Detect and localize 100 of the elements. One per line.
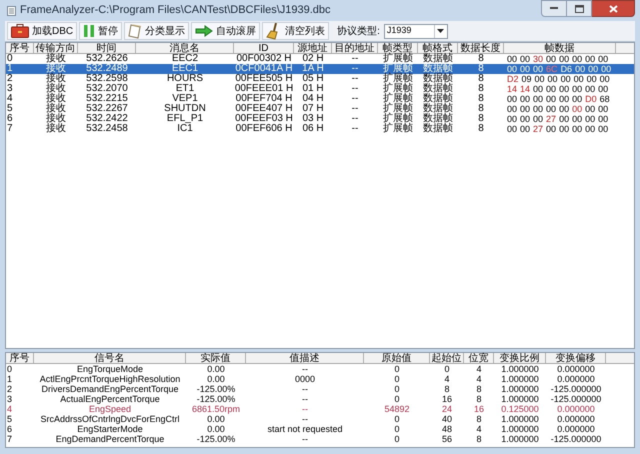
column-header[interactable]: 帧类型 [378,43,418,53]
table-cell-text: 8 [477,84,485,94]
table-cell-text: 0 [393,394,400,404]
minimize-button[interactable] [541,0,567,17]
table-cell-text: 8 [475,414,482,424]
table-cell: 0CF0041A H [234,64,294,74]
column-header[interactable]: 源地址 [294,43,332,53]
table-row[interactable]: 5 接收 532.2267 SHUTDN 00FEE407 H 07 H -- 扩展帧 数据帧 8 00 00 00 00 00 00 00 00 [6,104,634,114]
data-byte: 09 [522,74,532,84]
table-row[interactable]: 7 接收 532.2458 IC1 00FEF606 H 06 H -- 扩展帧 数据帧 8 00 00 27 00 00 00 00 00 [6,124,634,134]
table-cell: 00FEEF03 H [234,114,294,124]
table-cell: 00FEE407 H [234,104,294,114]
data-byte: 00 [585,104,596,114]
table-cell-text: SHUTDN [163,104,207,114]
column-header[interactable]: 起始位 [430,353,464,363]
data-byte: 00 [533,104,544,114]
data-byte: 00 [598,114,608,124]
document-icon [128,24,142,38]
table-row[interactable]: 3 接收 532.2070 ET1 00FEEE01 H 01 H -- 扩展帧 数据帧 8 14 14 00 00 00 00 00 00 [6,84,634,94]
maximize-button[interactable] [567,0,592,17]
data-byte: 6C [546,64,558,74]
table-cell-text: 8 [477,124,485,134]
table-cell-text: EngSpeed [88,404,132,414]
table-cell-text: 接收 [45,64,67,74]
table-cell-text: 3 [6,394,14,404]
data-byte: 00 [546,104,556,114]
table-row[interactable]: 0 接收 532.2626 EEC2 00F00302 H 02 H -- 扩展帧 数据帧 8 00 00 30 00 00 00 00 00 [6,54,634,64]
table-row[interactable]: 4 接收 532.2215 VEP1 00FEF704 H 04 H -- 扩展帧 数据帧 8 00 00 00 00 00 00 D0 68 [6,94,634,104]
protocol-dropdown[interactable]: J1939 [384,24,448,38]
table-cell-text: 接收 [45,114,67,124]
column-header[interactable]: 信号名 [34,353,186,363]
data-byte: 00 [546,124,556,134]
table-cell-text: 16 [440,394,453,404]
table-cell-text: 0.125000 [500,404,540,414]
table-cell-text: -- [350,64,360,74]
table-cell-text: -- [350,54,360,64]
data-byte: 00 [507,54,518,64]
table-cell-text: 6 [6,424,14,434]
data-byte: 27 [533,124,544,134]
table-cell: 00FEE505 H [234,74,294,84]
table-cell-text: -- [301,394,309,404]
table-cell-text: 532.2215 [85,94,129,104]
table-cell-text: 1.000000 [500,374,540,384]
toolbar-button[interactable]: 清空列表 [262,22,330,40]
table-cell-text: 532.2458 [85,124,129,134]
table-cell-text: 03 H [301,114,325,124]
table-cell-text: EngTorqueMode [76,364,144,374]
table-cell-text: 1.000000 [500,434,540,444]
data-byte: 00 [572,104,582,114]
table-cell-text: 数据帧 [422,94,454,104]
table-cell-text: EngStarterMode [76,424,144,434]
table-cell-text: EFL_P1 [166,114,204,124]
data-byte: 27 [546,114,556,124]
column-header[interactable]: 目的地址 [332,43,378,53]
table-cell-text: -- [350,104,360,114]
table-row[interactable]: 2 接收 532.2598 HOURS 00FEE505 H 05 H -- 扩展帧 数据帧 8 D2 09 00 00 00 00 00 00 [6,74,634,84]
data-byte: 00 [598,54,608,64]
toolbar-button[interactable]: 加载DBC [7,22,78,40]
toolbar-button[interactable]: 暂停 [79,22,122,40]
data-byte: 00 [572,94,582,104]
close-button[interactable] [592,0,635,17]
table-cell-text: 8 [477,64,485,74]
table-cell-text: 1 [6,374,14,384]
table-cell-text: 4 [443,374,450,384]
table-cell-text: 接收 [45,84,67,94]
toolbar-button[interactable]: 自动滚屏 [191,22,260,40]
toolbar-button[interactable]: 分类显示 [124,22,190,40]
table-cell-text: -125.00% [196,384,236,394]
column-header[interactable]: 值描述 [246,353,364,363]
data-byte: 00 [546,54,556,64]
table-cell-text: 05 H [301,74,325,84]
table-cell-text: -- [301,434,309,444]
table-cell-text: 扩展帧 [382,124,414,134]
table-cell-text: 0.000000 [556,404,596,414]
data-byte: 00 [559,84,570,94]
table-row[interactable]: 6 接收 532.2422 EFL_P1 00FEEF03 H 03 H -- 扩展帧 数据帧 8 00 00 00 27 00 00 00 00 [6,114,634,124]
column-header[interactable]: 原始值 [364,353,430,363]
column-header[interactable]: ID [234,43,294,53]
table-cell-text: 3 [6,84,14,94]
close-icon [608,4,618,12]
column-header[interactable]: 消息名 [136,43,234,53]
table-cell-text: 6 [6,114,14,124]
table-cell-text: 532.2598 [85,74,129,84]
table-cell-text: ActualEngPercentTorque [59,394,161,404]
data-byte: 00 [598,124,608,134]
table-cell-text: 1A H [301,64,325,74]
column-header[interactable]: 时间 [78,43,136,53]
data-byte: 00 [586,74,597,84]
table-cell-text: 0 [6,54,14,64]
column-header[interactable]: 帧数据 [504,43,616,53]
table-cell-text: 01 H [301,84,325,94]
pause-icon [83,25,96,37]
table-cell-text: -- [350,114,360,124]
table-cell-text: 5 [6,104,14,114]
table-cell-text: 532.2070 [85,84,129,94]
data-byte: 00 [520,54,530,64]
table-cell-text: 1 [6,64,14,74]
column-header[interactable]: 帧格式 [418,43,458,53]
table-cell-text: 0.00 [206,424,226,434]
table-cell-text: 0 [6,364,14,374]
